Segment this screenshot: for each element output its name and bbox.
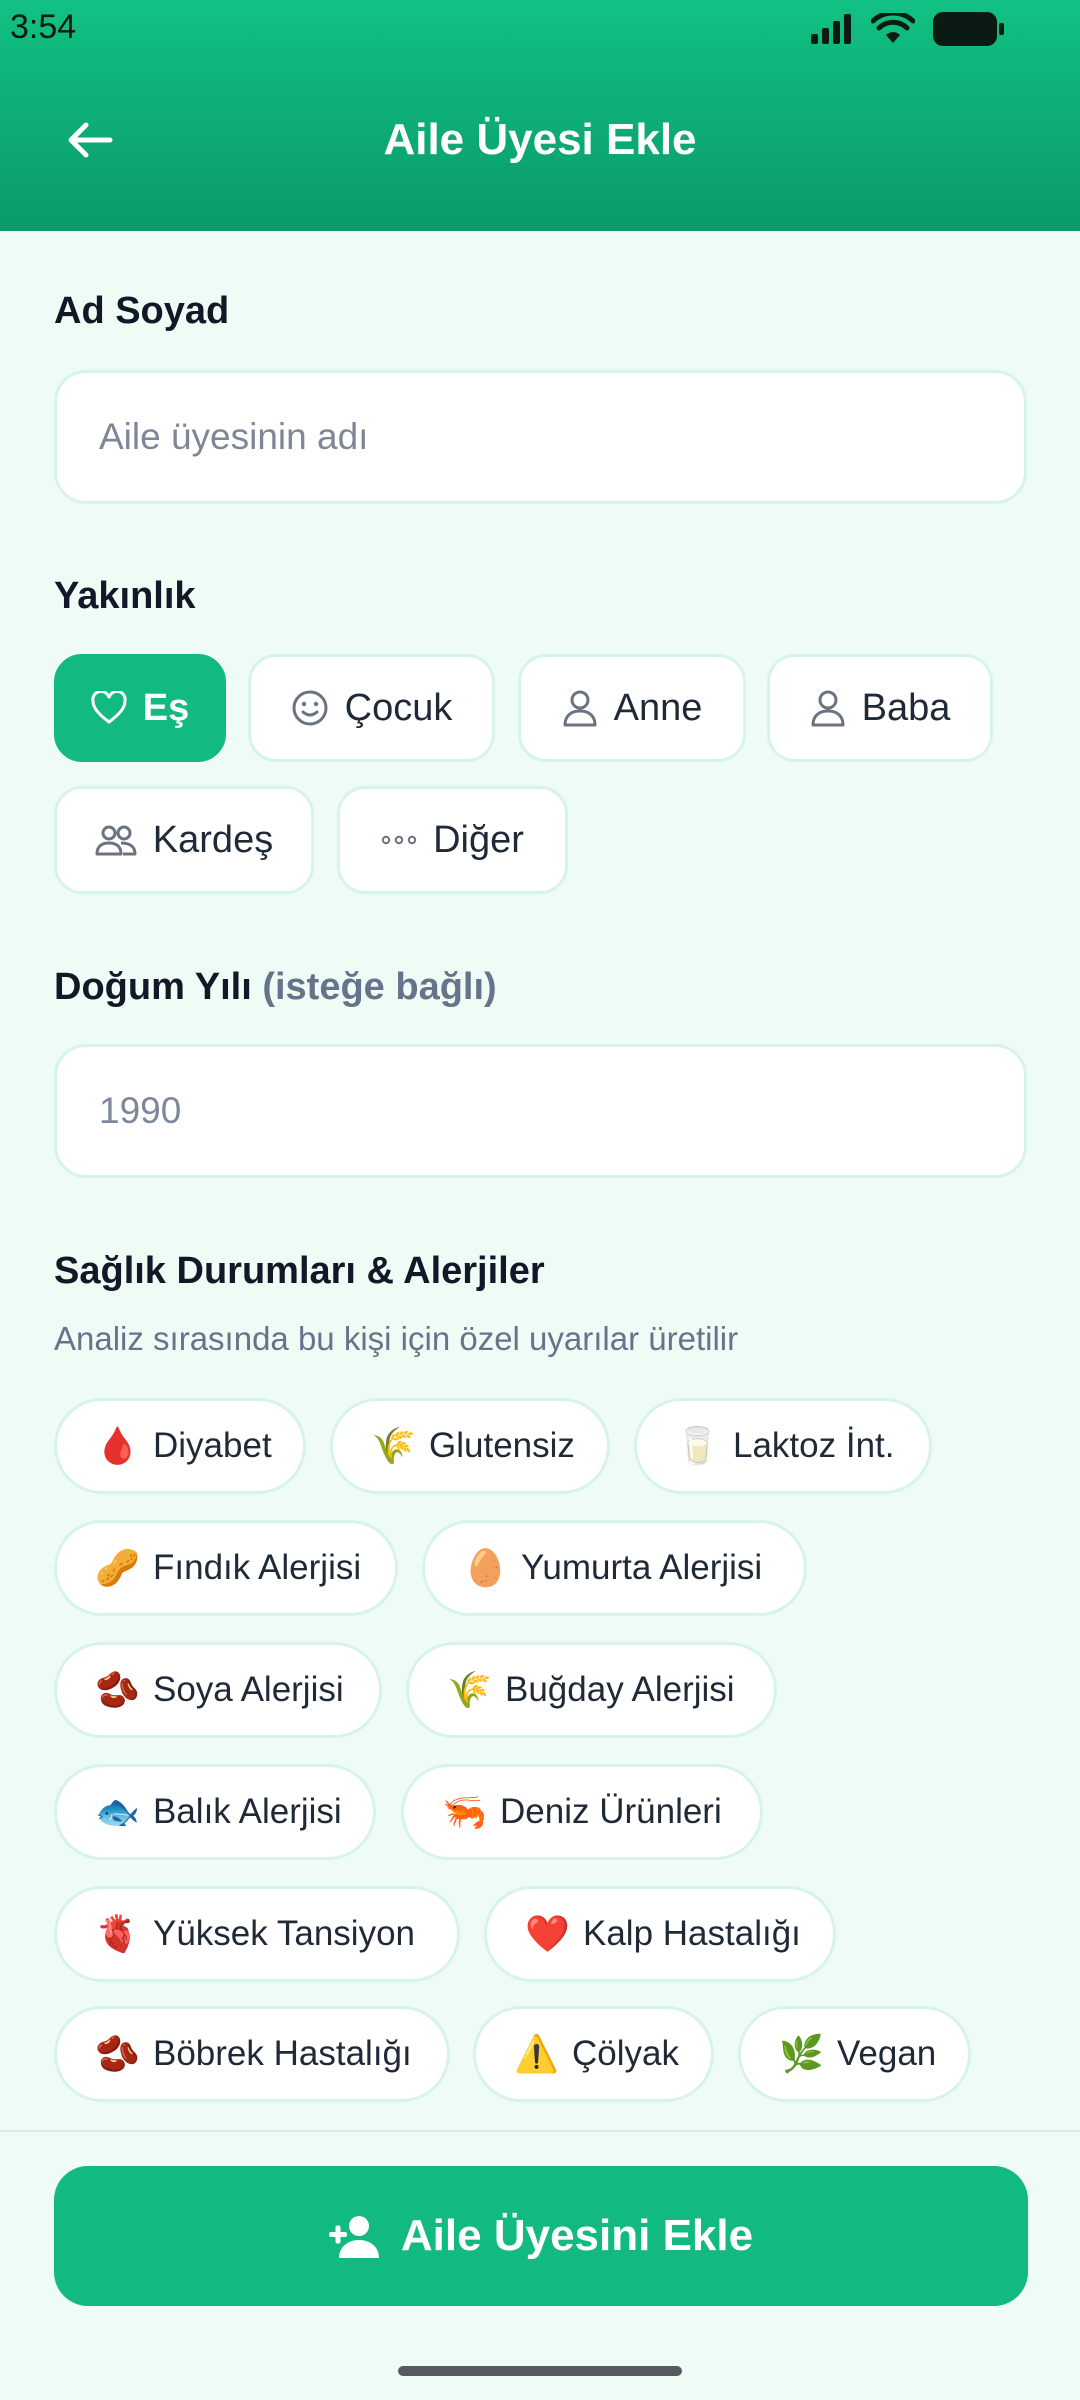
relation-option-cocuk[interactable]: Çocuk <box>248 654 495 762</box>
health-tag-label: Böbrek Hastalığı <box>153 2034 412 2073</box>
health-tag-vegan[interactable]: 🌿 Vegan <box>738 2006 971 2102</box>
health-tag-bugday[interactable]: 🌾 Buğday Alerjisi <box>406 1642 777 1738</box>
relation-option-label: Çocuk <box>344 686 453 729</box>
name-input[interactable]: Aile üyesinin adı <box>54 370 1027 504</box>
health-tag-yumurta[interactable]: 🥚 Yumurta Alerjisi <box>422 1520 807 1616</box>
app-header: 3:54 Aile Üyesi Ekle <box>0 0 1080 231</box>
status-icons <box>809 12 1005 46</box>
relation-option-label: Diğer <box>433 818 524 861</box>
fish-icon: 🐟 <box>95 1792 140 1833</box>
wheat-icon: 🌾 <box>371 1426 416 1467</box>
health-tag-label: Soya Alerjisi <box>153 1670 344 1709</box>
health-tag-bobrek[interactable]: 🫘 Böbrek Hastalığı <box>54 2006 450 2102</box>
heart-icon <box>91 691 127 724</box>
footer-divider <box>0 2130 1080 2132</box>
anatomical-heart-icon: 🫀 <box>95 1914 140 1955</box>
name-input-placeholder: Aile üyesinin adı <box>99 416 369 457</box>
relation-option-kardes[interactable]: Kardeş <box>54 786 314 894</box>
health-tag-label: Deniz Ürünleri <box>500 1792 722 1831</box>
signal-icon <box>811 14 851 44</box>
health-tag-label: Vegan <box>837 2034 937 2073</box>
relation-option-label: Baba <box>861 686 951 729</box>
health-tag-label: Laktoz İnt. <box>733 1426 895 1465</box>
egg-icon: 🥚 <box>463 1548 508 1589</box>
add-member-button[interactable]: Aile Üyesini Ekle <box>54 2166 1028 2306</box>
smile-icon <box>292 690 328 726</box>
battery-icon <box>933 12 1004 46</box>
relation-option-es[interactable]: Eş <box>54 654 226 762</box>
page-title: Aile Üyesi Ekle <box>383 115 697 164</box>
health-tag-tansiyon[interactable]: 🫀 Yüksek Tansiyon <box>54 1886 460 1982</box>
red-heart-icon: ❤️ <box>525 1914 570 1955</box>
health-tag-soya[interactable]: 🫘 Soya Alerjisi <box>54 1642 382 1738</box>
birth-year-optional: (isteğe bağlı) <box>262 966 497 1008</box>
beans-icon: 🫘 <box>95 2034 140 2075</box>
person-icon <box>811 690 845 727</box>
health-tag-label: Buğday Alerjisi <box>505 1670 735 1709</box>
beans-icon: 🫘 <box>95 1670 140 1711</box>
status-time: 3:54 <box>10 8 77 46</box>
warning-icon: ⚠️ <box>514 2034 559 2075</box>
health-tag-label: Yüksek Tansiyon <box>153 1914 416 1953</box>
relation-option-label: Eş <box>142 686 190 729</box>
home-indicator <box>398 2366 682 2376</box>
health-tag-laktoz[interactable]: 🥛 Laktoz İnt. <box>634 1398 932 1494</box>
health-label: Sağlık Durumları & Alerjiler <box>54 1250 545 1292</box>
health-tag-label: Diyabet <box>153 1426 272 1465</box>
health-tag-findik[interactable]: 🥜 Fındık Alerjisi <box>54 1520 398 1616</box>
wheat-icon: 🌾 <box>447 1670 492 1711</box>
relation-option-label: Kardeş <box>152 818 274 861</box>
health-tag-balik[interactable]: 🐟 Balık Alerjisi <box>54 1764 376 1860</box>
health-tag-glutensiz[interactable]: 🌾 Glutensiz <box>330 1398 610 1494</box>
people-icon <box>95 825 137 856</box>
blood-drop-icon: 🩸 <box>95 1426 140 1467</box>
health-tag-label: Kalp Hastalığı <box>583 1914 801 1953</box>
birth-year-placeholder: 1990 <box>99 1090 182 1131</box>
wifi-icon <box>871 13 915 43</box>
herb-icon: 🌿 <box>779 2034 824 2075</box>
birth-year-input[interactable]: 1990 <box>54 1044 1027 1178</box>
birth-year-label: Doğum Yılı (isteğe bağlı) <box>54 966 497 1009</box>
health-tag-colyak[interactable]: ⚠️ Çölyak <box>473 2006 714 2102</box>
add-user-icon <box>328 2216 379 2258</box>
birth-year-label-text: Doğum Yılı <box>54 966 252 1008</box>
shrimp-icon: 🦐 <box>442 1792 487 1833</box>
health-subtitle: Analiz sırasında bu kişi için özel uyarı… <box>54 1320 739 1357</box>
health-tag-label: Çölyak <box>572 2034 679 2073</box>
health-tag-label: Balık Alerjisi <box>153 1792 342 1831</box>
milk-glass-icon: 🥛 <box>675 1426 720 1467</box>
status-bar: 3:54 <box>0 0 1080 60</box>
relation-option-anne[interactable]: Anne <box>518 654 746 762</box>
health-tag-kalp[interactable]: ❤️ Kalp Hastalığı <box>484 1886 836 1982</box>
relation-option-baba[interactable]: Baba <box>767 654 993 762</box>
health-tag-label: Fındık Alerjisi <box>153 1548 362 1587</box>
more-icon <box>381 835 417 845</box>
health-tag-diyabet[interactable]: 🩸 Diyabet <box>54 1398 306 1494</box>
peanut-icon: 🥜 <box>95 1548 140 1589</box>
person-icon <box>563 690 597 727</box>
health-tag-deniz[interactable]: 🦐 Deniz Ürünleri <box>401 1764 763 1860</box>
relation-label: Yakınlık <box>54 575 196 617</box>
relation-option-label: Anne <box>613 686 703 729</box>
health-tag-label: Glutensiz <box>429 1426 575 1465</box>
health-tag-label: Yumurta Alerjisi <box>521 1548 763 1587</box>
name-label: Ad Soyad <box>54 290 230 332</box>
add-member-button-label: Aile Üyesini Ekle <box>400 2211 754 2260</box>
relation-option-diger[interactable]: Diğer <box>337 786 568 894</box>
